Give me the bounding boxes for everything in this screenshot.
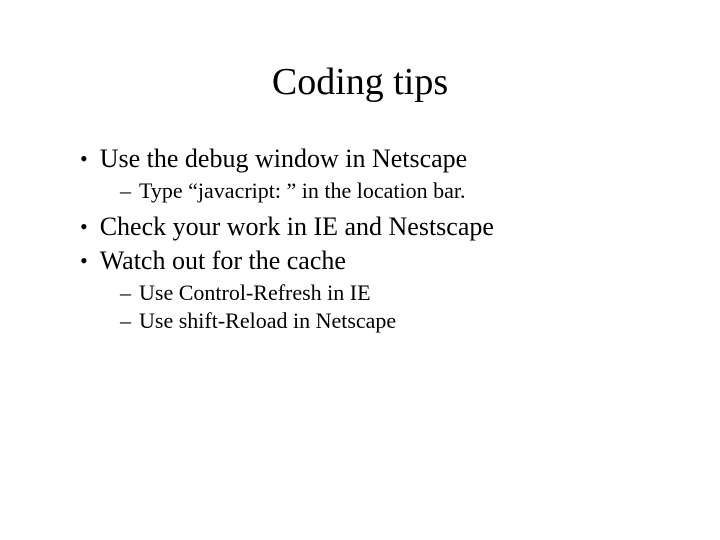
- bullet-level2: – Use Control-Refresh in IE: [120, 280, 660, 306]
- bullet-text: Use shift-Reload in Netscape: [139, 308, 396, 334]
- slide-title: Coding tips: [60, 60, 660, 104]
- bullet-dash-icon: –: [120, 280, 131, 306]
- bullet-dot-icon: •: [80, 212, 88, 242]
- bullet-dash-icon: –: [120, 178, 131, 204]
- bullet-text: Use Control-Refresh in IE: [139, 280, 371, 306]
- bullet-dot-icon: •: [80, 144, 88, 174]
- bullet-text: Type “javacript: ” in the location bar.: [139, 178, 466, 204]
- bullet-level1: • Use the debug window in Netscape: [80, 144, 660, 174]
- bullet-level2: – Type “javacript: ” in the location bar…: [120, 178, 660, 204]
- bullet-dash-icon: –: [120, 308, 131, 334]
- slide-content: • Use the debug window in Netscape – Typ…: [60, 144, 660, 334]
- bullet-level2: – Use shift-Reload in Netscape: [120, 308, 660, 334]
- bullet-level1: • Watch out for the cache: [80, 246, 660, 276]
- bullet-text: Watch out for the cache: [100, 246, 346, 276]
- bullet-text: Use the debug window in Netscape: [100, 144, 468, 174]
- bullet-dot-icon: •: [80, 246, 88, 276]
- bullet-text: Check your work in IE and Nestscape: [100, 212, 494, 242]
- bullet-level1: • Check your work in IE and Nestscape: [80, 212, 660, 242]
